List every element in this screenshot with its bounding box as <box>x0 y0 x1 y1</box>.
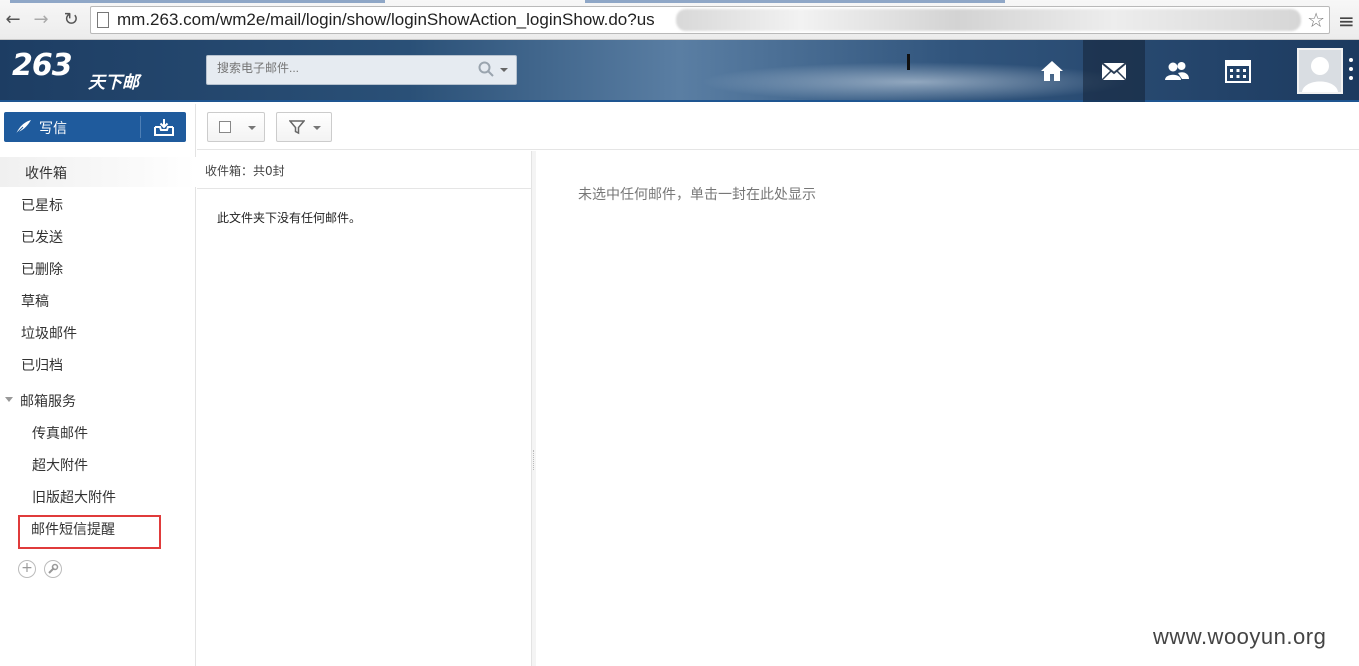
forward-icon[interactable]: → <box>30 9 52 31</box>
filter-dropdown[interactable] <box>276 112 332 142</box>
collapse-triangle-icon[interactable] <box>5 397 13 402</box>
folder-label: 已删除 <box>21 262 63 278</box>
search-icon[interactable] <box>478 61 494 77</box>
annotation-highlight-box <box>18 515 161 549</box>
service-label: 旧版超大附件 <box>32 490 116 506</box>
calendar-nav-button[interactable] <box>1207 40 1269 102</box>
logo[interactable]: 263 天下邮 <box>12 48 152 96</box>
back-icon[interactable]: ← <box>2 9 24 31</box>
browser-tab-strip-2 <box>585 0 1005 3</box>
folder-sent[interactable]: 已发送 <box>0 221 196 251</box>
folder-label: 已发送 <box>21 230 63 246</box>
receive-mail-button[interactable] <box>144 112 186 142</box>
compose-label: 写信 <box>39 121 67 137</box>
reading-pane: 未选中任何邮件，单击一封在此处显示 <box>536 151 1359 666</box>
mail-toolbar <box>197 104 1359 150</box>
mail-nav-button[interactable] <box>1083 40 1145 102</box>
folder-starred[interactable]: 已星标 <box>0 189 196 219</box>
header-figure <box>907 54 910 70</box>
add-folder-icon[interactable]: + <box>18 560 36 578</box>
url-text[interactable]: mm.263.com/wm2e/mail/login/show/loginSho… <box>117 10 655 30</box>
feather-pen-icon <box>15 120 31 135</box>
home-icon <box>1041 61 1063 81</box>
folder-label: 收件箱 <box>25 166 67 182</box>
user-avatar-icon <box>1302 57 1338 92</box>
avatar[interactable] <box>1297 48 1343 94</box>
search-input[interactable] <box>217 61 467 75</box>
filter-funnel-icon <box>289 120 305 135</box>
home-nav-button[interactable] <box>1021 40 1083 102</box>
sidebar: 写信 收件箱 已星标 已发送 已删除 草稿 垃圾邮件 已归档 邮箱服务 传真邮件 <box>0 104 196 666</box>
browser-menu-icon[interactable]: ≡ <box>1338 9 1355 33</box>
watermark: www.wooyun.org <box>1153 624 1327 649</box>
chevron-down-icon <box>248 126 256 130</box>
folder-deleted[interactable]: 已删除 <box>0 253 196 283</box>
wrench-settings-icon[interactable] <box>44 560 62 578</box>
folder-spam[interactable]: 垃圾邮件 <box>0 317 196 347</box>
service-label: 传真邮件 <box>32 426 88 442</box>
mail-icon <box>1101 62 1127 81</box>
search-options-caret-icon[interactable] <box>500 68 508 72</box>
folder-label: 已星标 <box>21 198 63 214</box>
folder-label: 垃圾邮件 <box>21 326 77 342</box>
service-legacy-large-attachment[interactable]: 旧版超大附件 <box>0 481 196 511</box>
list-count: ：共0封 <box>241 164 285 178</box>
inbox-tray-icon <box>154 119 174 136</box>
list-folder-name: 收件箱 <box>205 164 242 178</box>
calendar-icon <box>1225 60 1251 83</box>
contacts-icon <box>1165 62 1189 80</box>
group-label: 邮箱服务 <box>20 394 76 410</box>
service-large-attachment[interactable]: 超大附件 <box>0 449 196 479</box>
chevron-down-icon <box>313 126 321 130</box>
select-all-dropdown[interactable] <box>207 112 265 142</box>
more-menu-icon[interactable] <box>1348 58 1354 84</box>
logo-mark: 263 <box>12 48 73 83</box>
select-checkbox[interactable] <box>219 121 231 133</box>
page-icon <box>97 12 109 28</box>
folder-label: 已归档 <box>21 358 63 374</box>
folder-label: 草稿 <box>21 294 49 310</box>
logo-text: 天下邮 <box>88 73 139 93</box>
browser-toolbar: ← → ↻ mm.263.com/wm2e/mail/login/show/lo… <box>0 0 1359 40</box>
compose-divider <box>140 116 141 138</box>
folder-archived[interactable]: 已归档 <box>0 349 196 379</box>
search-box[interactable] <box>206 55 517 85</box>
address-bar[interactable]: mm.263.com/wm2e/mail/login/show/loginSho… <box>90 6 1330 34</box>
service-fax-mail[interactable]: 传真邮件 <box>0 417 196 447</box>
services-group-header[interactable]: 邮箱服务 <box>0 385 196 415</box>
mail-list-pane: 收件箱 ：共0封 此文件夹下没有任何邮件。 <box>197 151 532 666</box>
contacts-nav-button[interactable] <box>1146 40 1208 102</box>
compose-button[interactable]: 写信 <box>4 112 138 142</box>
compose-bar: 写信 <box>4 112 186 142</box>
service-label: 超大附件 <box>32 458 88 474</box>
app-header: 263 天下邮 <box>0 40 1359 102</box>
browser-tab-strip <box>10 0 385 3</box>
list-header: 收件箱 ：共0封 <box>197 151 532 189</box>
folder-inbox[interactable]: 收件箱 <box>0 157 196 187</box>
empty-folder-message: 此文件夹下没有任何邮件。 <box>217 211 362 225</box>
url-redacted <box>676 9 1301 31</box>
no-selection-message: 未选中任何邮件，单击一封在此处显示 <box>578 187 816 203</box>
bookmark-star-icon[interactable]: ☆ <box>1307 8 1325 32</box>
wrench-icon <box>48 563 59 574</box>
splitter-grip[interactable] <box>533 450 535 470</box>
reload-icon[interactable]: ↻ <box>60 9 82 31</box>
folder-drafts[interactable]: 草稿 <box>0 285 196 315</box>
